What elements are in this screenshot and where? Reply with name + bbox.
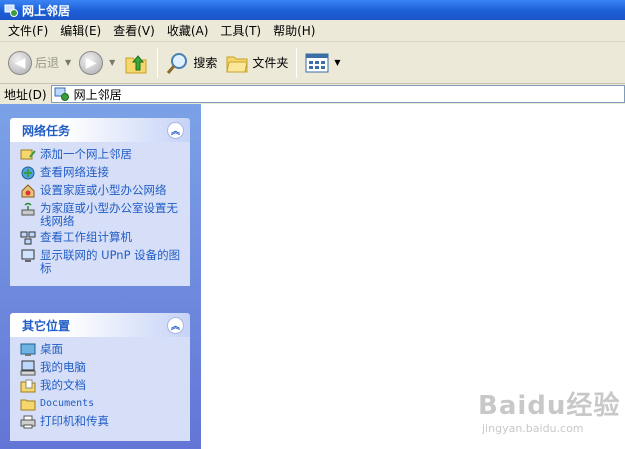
back-dropdown-icon[interactable]: ▼: [65, 58, 71, 67]
place-label: 打印机和传真: [40, 414, 109, 428]
task-view-connections[interactable]: 查看网络连接: [20, 166, 186, 181]
address-label: 地址(D): [4, 87, 47, 102]
forward-button[interactable]: ▶: [75, 46, 107, 80]
menu-view[interactable]: 查看(V): [107, 22, 161, 39]
place-my-computer[interactable]: 我的电脑: [20, 360, 186, 376]
place-label: 桌面: [40, 342, 63, 356]
place-documents-folder[interactable]: Documents: [20, 397, 186, 412]
task-add-network-place[interactable]: 添加一个网上邻居: [20, 148, 186, 163]
home-network-setup-icon: [21, 184, 35, 198]
window-title: 网上邻居: [22, 3, 71, 18]
back-arrow-icon: ◀: [8, 50, 32, 75]
title-bar[interactable]: 网上邻居: [0, 0, 625, 20]
other-places-header[interactable]: 其它位置 ︽: [10, 313, 190, 337]
printer-icon: [20, 415, 36, 429]
baidu-watermark: Baidu经验 jingyan.baidu.com: [478, 385, 620, 435]
search-icon: [167, 52, 188, 74]
network-connections-icon: [21, 166, 35, 180]
task-setup-wireless[interactable]: 为家庭或小型办公室设置无线网络: [20, 202, 186, 228]
views-icon: [305, 53, 329, 72]
search-button[interactable]: 搜索: [162, 46, 221, 80]
task-setup-home-network[interactable]: 设置家庭或小型办公网络: [20, 184, 186, 199]
place-desktop[interactable]: 桌面: [20, 343, 186, 358]
network-places-icon: [4, 4, 18, 17]
other-places-title: 其它位置: [22, 318, 71, 333]
toolbar-separator: [296, 47, 298, 78]
task-view-workgroup[interactable]: 查看工作组计算机: [20, 231, 186, 246]
task-label: 查看网络连接: [40, 165, 109, 179]
up-button[interactable]: [119, 46, 153, 80]
menu-help[interactable]: 帮助(H): [267, 22, 321, 39]
toolbar: ◀ 后退 ▼ ▶ ▼ 搜索 文件夹 ▼: [0, 42, 625, 84]
network-tasks-title: 网络任务: [22, 123, 71, 138]
address-input[interactable]: 网上邻居: [50, 85, 625, 103]
task-label: 添加一个网上邻居: [40, 147, 132, 161]
watermark-logo: Baidu经验: [478, 391, 621, 421]
place-printers-faxes[interactable]: 打印机和传真: [20, 415, 186, 430]
folders-icon: [226, 56, 248, 72]
folder-icon: [20, 399, 36, 411]
desktop-icon: [20, 343, 36, 356]
place-label: 我的电脑: [40, 360, 86, 374]
task-pane: 网络任务 ︽ 添加一个网上邻居 查看网络连接 设置家庭或小型办公网络 为家庭或小…: [0, 104, 201, 449]
folders-button[interactable]: 文件夹: [221, 46, 292, 80]
address-bar: 地址(D) 网上邻居: [0, 84, 625, 104]
network-tasks-panel: 网络任务 ︽ 添加一个网上邻居 查看网络连接 设置家庭或小型办公网络 为家庭或小…: [10, 118, 190, 286]
add-network-place-icon: [20, 149, 36, 160]
views-button[interactable]: ▼: [301, 46, 348, 80]
views-dropdown-icon: ▼: [334, 58, 341, 67]
task-show-upnp[interactable]: 显示联网的 UPnP 设备的图标: [20, 249, 186, 275]
forward-arrow-icon: ▶: [79, 50, 104, 75]
back-button[interactable]: ◀ 后退: [4, 46, 63, 80]
network-tasks-list: 添加一个网上邻居 查看网络连接 设置家庭或小型办公网络 为家庭或小型办公室设置无…: [10, 142, 190, 286]
menu-favorites[interactable]: 收藏(A): [161, 22, 215, 39]
back-label: 后退: [35, 56, 60, 70]
collapse-chevron-icon[interactable]: ︽: [167, 316, 184, 334]
other-places-panel: 其它位置 ︽ 桌面 我的电脑 我的文档 Documents 打印机和传真: [10, 313, 190, 441]
network-places-icon: [54, 87, 69, 101]
watermark-url: jingyan.baidu.com: [482, 422, 584, 435]
upnp-devices-icon: [21, 249, 35, 262]
network-tasks-header[interactable]: 网络任务 ︽: [10, 118, 190, 142]
place-label: 我的文档: [40, 378, 86, 392]
search-label: 搜索: [193, 56, 218, 70]
folder-up-icon: [125, 54, 147, 73]
menu-edit[interactable]: 编辑(E): [54, 22, 107, 39]
menu-tools[interactable]: 工具(T): [214, 22, 267, 39]
place-my-documents[interactable]: 我的文档: [20, 379, 186, 394]
toolbar-separator: [157, 47, 159, 78]
my-documents-icon: [20, 379, 36, 393]
folders-label: 文件夹: [252, 56, 289, 70]
task-label: 显示联网的 UPnP 设备的图标: [40, 248, 181, 275]
menu-bar: 文件(F) 编辑(E) 查看(V) 收藏(A) 工具(T) 帮助(H): [0, 20, 625, 42]
task-label: 为家庭或小型办公室设置无线网络: [40, 201, 178, 228]
other-places-list: 桌面 我的电脑 我的文档 Documents 打印机和传真: [10, 337, 190, 441]
my-computer-icon: [20, 360, 36, 376]
place-label: Documents: [40, 398, 95, 409]
address-value: 网上邻居: [73, 87, 122, 102]
task-label: 查看工作组计算机: [40, 230, 132, 244]
workgroup-computers-icon: [20, 231, 36, 245]
task-label: 设置家庭或小型办公网络: [40, 183, 167, 197]
collapse-chevron-icon[interactable]: ︽: [167, 121, 184, 139]
menu-file[interactable]: 文件(F): [2, 22, 54, 39]
forward-dropdown-icon[interactable]: ▼: [109, 58, 115, 67]
wireless-network-icon: [21, 202, 35, 216]
